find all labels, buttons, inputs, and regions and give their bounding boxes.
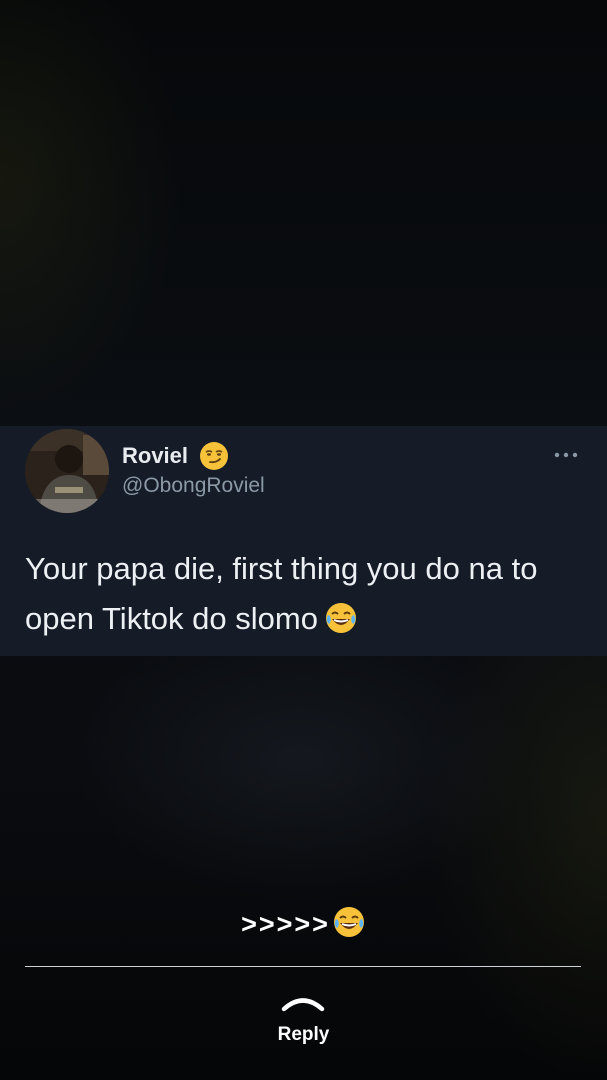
tears-of-joy-icon xyxy=(325,603,356,633)
user-handle: @ObongRoviel xyxy=(122,474,265,497)
more-options-icon[interactable] xyxy=(552,446,580,464)
tweet-screenshot-card: Roviel @ObongRoviel Your papa die, first… xyxy=(0,426,607,656)
story-screen: Roviel @ObongRoviel Your papa die, first… xyxy=(0,0,607,1080)
reply-button[interactable]: Reply xyxy=(0,1022,607,1048)
chevron-up-icon[interactable] xyxy=(280,990,326,1014)
divider xyxy=(25,966,581,967)
tears-of-joy-icon xyxy=(333,907,364,937)
smirking-face-icon xyxy=(200,442,228,470)
display-name: Roviel xyxy=(122,443,189,468)
tweet-text: Your papa die, first thing you do na to … xyxy=(25,544,595,644)
tweet-body-text: Your papa die, first thing you do na to … xyxy=(25,551,538,636)
story-caption: >>>>> xyxy=(0,904,607,944)
avatar xyxy=(25,429,109,513)
caption-text: >>>>> xyxy=(241,909,330,939)
